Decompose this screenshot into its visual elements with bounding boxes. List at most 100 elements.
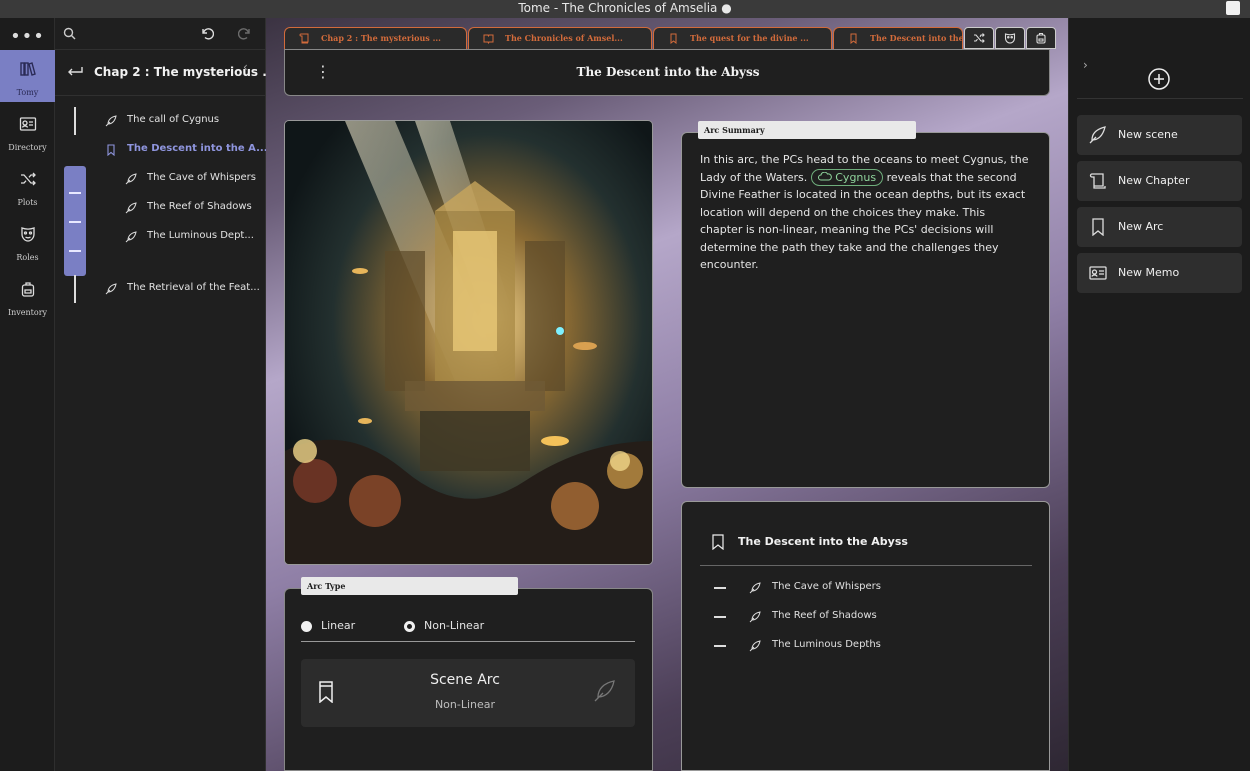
rail-item-plots[interactable]: Plots — [0, 160, 55, 212]
arc-summary-text[interactable]: In this arc, the PCs head to the oceans … — [700, 151, 1030, 274]
mention-label: Cygnus — [835, 170, 877, 184]
shuffle-icon — [974, 33, 985, 43]
rail-item-inventory[interactable]: Inventory — [0, 270, 55, 322]
rail-item-directory[interactable]: Directory — [0, 105, 55, 157]
tab-label: The quest for the divine ... — [690, 33, 809, 43]
bookmark-icon — [850, 33, 857, 44]
summary-text-after: reveals that the second Divine Feather i… — [700, 170, 1026, 272]
radio-non-linear[interactable]: Non-Linear — [404, 619, 484, 632]
tree-item-label: The Descent into the A... — [127, 143, 268, 154]
add-circle-icon[interactable] — [1147, 67, 1171, 91]
outline-item-label: The Reef of Shadows — [772, 610, 877, 621]
search-icon[interactable] — [63, 27, 76, 40]
tree-item-reef[interactable]: The Reef of Shadows — [55, 194, 265, 222]
quill-icon — [125, 231, 137, 243]
tree-item-label: The Retrieval of the Feat... — [127, 282, 260, 293]
new-memo-button[interactable]: New Memo — [1077, 253, 1242, 293]
radio-linear[interactable]: Linear — [301, 619, 355, 632]
tree-item-label: The Luminous Dept... — [147, 230, 254, 241]
mask-tab-button[interactable] — [995, 27, 1025, 49]
tab-chronicles[interactable]: The Chronicles of Amsel... — [468, 27, 652, 49]
quill-icon — [749, 611, 761, 623]
tree-item-cave[interactable]: The Cave of Whispers — [55, 165, 265, 193]
dash-marker — [714, 616, 726, 618]
id-card-icon — [19, 117, 36, 131]
radio-label: Non-Linear — [424, 619, 485, 632]
tab-chap-2[interactable]: Chap 2 : The mysterious ... — [284, 27, 467, 49]
bookmark-icon — [712, 534, 724, 550]
tree-item-label: The Reef of Shadows — [147, 201, 252, 212]
rail-label: Tomy — [16, 88, 39, 97]
rail-item-roles[interactable]: Roles — [0, 215, 55, 267]
scene-arc-value: Non-Linear — [434, 698, 496, 711]
tree-item-call-of-cygnus[interactable]: The call of Cygnus — [55, 107, 265, 135]
undo-icon[interactable] — [200, 26, 214, 40]
cloud-icon — [817, 171, 832, 180]
shuffle-tab-button[interactable] — [964, 27, 994, 49]
outline-item-label: The Cave of Whispers — [772, 581, 881, 592]
action-label: New Arc — [1118, 220, 1164, 233]
icon-rail: ••• Tomy Directory Plots Roles Inventory — [0, 18, 55, 771]
tree-header: Chap 2 : The mysterious ... ‹ — [55, 50, 276, 96]
more-menu-button[interactable]: ••• — [0, 26, 55, 47]
backpack-icon — [1036, 32, 1046, 44]
expand-panel-button[interactable]: › — [1083, 58, 1088, 72]
rail-label: Plots — [17, 198, 38, 207]
outline-item-label: The Luminous Depths — [772, 639, 881, 650]
rail-label: Inventory — [7, 308, 48, 317]
new-arc-button[interactable]: New Arc — [1077, 207, 1242, 247]
underwater-temple-illustration — [285, 121, 652, 564]
outline-item-cave[interactable]: The Cave of Whispers — [682, 579, 1042, 599]
arc-type-panel: Linear Non-Linear Scene Arc Non-Linear — [284, 588, 653, 771]
tree-title: Chap 2 : The mysterious ... — [94, 65, 276, 79]
backpack-tab-button[interactable] — [1026, 27, 1056, 49]
mask-icon — [20, 227, 35, 242]
mention-chip-cygnus[interactable]: Cygnus — [810, 168, 884, 186]
collapse-panel-button[interactable]: ‹ — [243, 60, 248, 74]
quill-icon — [749, 582, 761, 594]
outline-title: The Descent into the Abyss — [738, 535, 908, 548]
quill-icon — [125, 202, 137, 214]
create-panel: › New scene New Chapter New Arc New Memo — [1068, 18, 1250, 771]
bookmark-icon — [107, 144, 115, 156]
window-title: Tome - The Chronicles of Amselia ● — [518, 1, 732, 15]
scene-arc-card[interactable]: Scene Arc Non-Linear — [301, 659, 635, 727]
tree-item-descent[interactable]: The Descent into the A... — [55, 136, 268, 164]
redo-icon[interactable] — [238, 26, 252, 40]
action-label: New Chapter — [1118, 174, 1190, 187]
return-icon[interactable] — [67, 66, 83, 78]
action-label: New scene — [1118, 128, 1178, 141]
tree-item-retrieval[interactable]: The Retrieval of the Feat... — [55, 275, 265, 303]
scroll-icon — [299, 33, 309, 44]
outline-item-reef[interactable]: The Reef of Shadows — [682, 608, 1042, 628]
outline-tree-panel: Chap 2 : The mysterious ... ‹ The call o… — [55, 18, 276, 771]
arc-summary-panel: In this arc, the PCs head to the oceans … — [681, 132, 1050, 488]
quill-icon — [749, 640, 761, 652]
divider — [700, 565, 1032, 566]
new-chapter-button[interactable]: New Chapter — [1077, 161, 1242, 201]
quill-icon — [125, 173, 137, 185]
scroll-icon — [1089, 173, 1106, 189]
radio-button[interactable] — [301, 621, 312, 632]
rail-label: Directory — [8, 143, 47, 152]
quill-icon — [1089, 126, 1106, 144]
radio-button-selected[interactable] — [404, 621, 415, 632]
image-icon[interactable] — [1226, 1, 1240, 15]
tree-connector — [74, 107, 76, 135]
books-icon — [19, 62, 36, 76]
document-header: ⋮ The Descent into the Abyss — [284, 49, 1050, 96]
divider — [301, 641, 635, 642]
tree-item-luminous[interactable]: The Luminous Dept... — [55, 223, 265, 251]
scene-arc-title: Scene Arc — [430, 672, 500, 688]
arc-type-label: Arc Type — [301, 577, 518, 595]
id-card-icon — [1089, 266, 1107, 280]
quill-icon — [105, 115, 117, 127]
rail-item-tomy[interactable]: Tomy — [0, 50, 55, 102]
arc-cover-image[interactable] — [284, 120, 653, 565]
quill-icon — [594, 680, 615, 702]
tab-descent[interactable]: The Descent into the — [833, 27, 963, 49]
bookmark-icon — [670, 33, 677, 44]
new-scene-button[interactable]: New scene — [1077, 115, 1242, 155]
outline-item-luminous[interactable]: The Luminous Depths — [682, 637, 1042, 657]
tab-quest[interactable]: The quest for the divine ... — [653, 27, 832, 49]
